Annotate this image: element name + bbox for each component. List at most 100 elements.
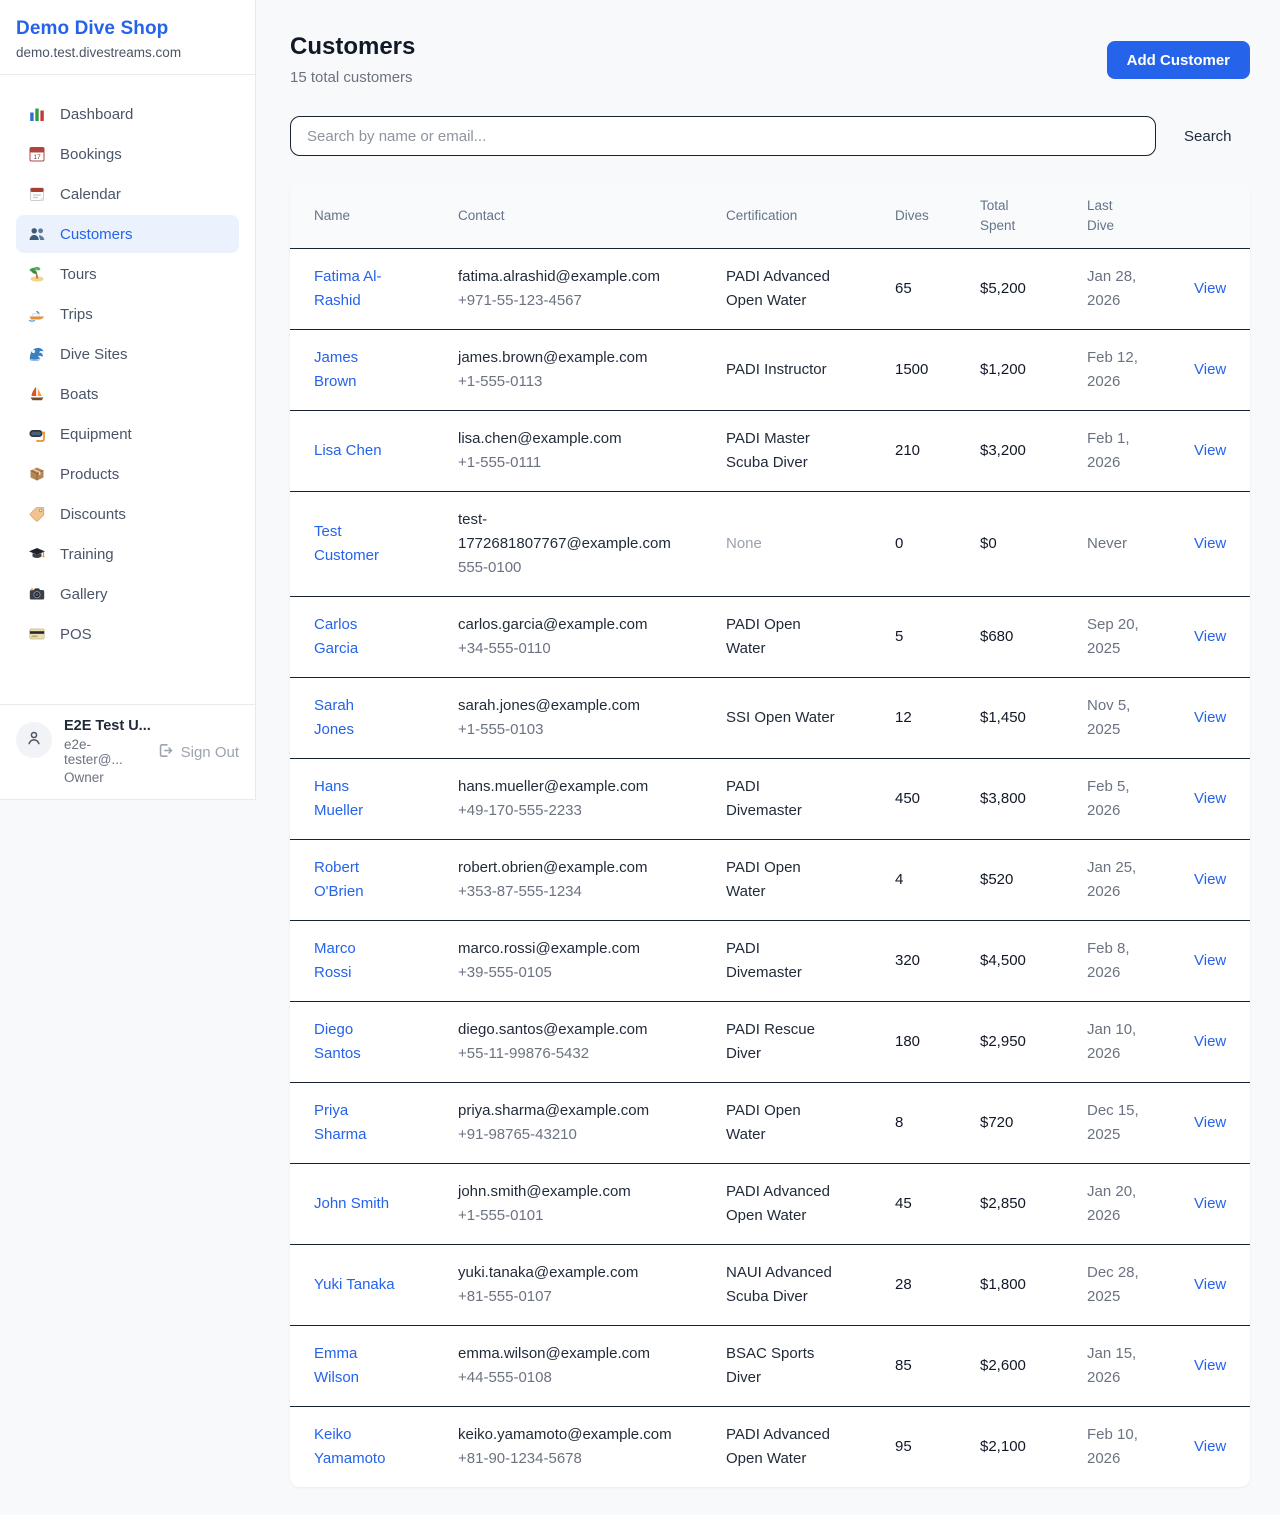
sign-out-icon — [157, 742, 174, 763]
customer-name-link[interactable]: Priya Sharma — [314, 1102, 367, 1143]
customer-phone: +1-555-0101 — [458, 1204, 658, 1228]
sign-out-label: Sign Out — [181, 744, 239, 761]
customer-total-spent: $3,800 — [956, 759, 1063, 840]
view-customer-link[interactable]: View — [1194, 952, 1226, 969]
customer-name-link[interactable]: Keiko Yamamoto — [314, 1426, 385, 1467]
sidebar-item-gallery[interactable]: Gallery — [16, 575, 239, 613]
customer-email: sarah.jones@example.com — [458, 694, 658, 718]
view-customer-link[interactable]: View — [1194, 442, 1226, 459]
customer-name-link[interactable]: Emma Wilson — [314, 1345, 359, 1386]
view-customer-link[interactable]: View — [1194, 280, 1226, 297]
sidebar-item-dive-sites[interactable]: Dive Sites — [16, 335, 239, 373]
customer-last-dive: Dec 15, 2025 — [1063, 1083, 1170, 1164]
table-header-row: Name Contact Certification Dives Total S… — [290, 184, 1250, 249]
customer-last-dive: Feb 10, 2026 — [1063, 1407, 1170, 1488]
customer-last-dive: Dec 28, 2025 — [1063, 1245, 1170, 1326]
customer-name-link[interactable]: Sarah Jones — [314, 697, 354, 738]
customer-name-link[interactable]: Lisa Chen — [314, 442, 382, 459]
search-button[interactable]: Search — [1182, 122, 1234, 151]
customer-name-link[interactable]: Hans Mueller — [314, 778, 363, 819]
customer-certification: NAUI Advanced Scuba Diver — [702, 1245, 871, 1326]
customer-last-dive: Jan 25, 2026 — [1063, 840, 1170, 921]
bar-chart-icon — [28, 105, 46, 123]
sidebar-item-dashboard[interactable]: Dashboard — [16, 95, 239, 133]
view-customer-link[interactable]: View — [1194, 1438, 1226, 1455]
customer-name-link[interactable]: Fatima Al-Rashid — [314, 268, 382, 309]
customer-email: emma.wilson@example.com — [458, 1342, 658, 1366]
user-name: E2E Test U... — [64, 718, 239, 734]
sign-out-button[interactable]: Sign Out — [157, 742, 239, 763]
view-customer-link[interactable]: View — [1194, 709, 1226, 726]
table-row: Yuki Tanaka yuki.tanaka@example.com +81-… — [290, 1245, 1250, 1326]
customer-phone: 555-0100 — [458, 556, 658, 580]
table-row: Carlos Garcia carlos.garcia@example.com … — [290, 597, 1250, 678]
customers-table-card: Name Contact Certification Dives Total S… — [290, 184, 1250, 1487]
customer-name-link[interactable]: Carlos Garcia — [314, 616, 358, 657]
sidebar-item-trips[interactable]: Trips — [16, 295, 239, 333]
sidebar-item-equipment[interactable]: Equipment — [16, 415, 239, 453]
column-header-contact: Contact — [434, 184, 702, 249]
customer-dives: 320 — [871, 921, 956, 1002]
graduation-cap-icon — [28, 545, 46, 563]
sidebar-item-pos[interactable]: POS — [16, 615, 239, 653]
tag-icon — [28, 505, 46, 523]
customer-dives: 180 — [871, 1002, 956, 1083]
add-customer-button[interactable]: Add Customer — [1107, 41, 1250, 79]
customer-name-link[interactable]: Diego Santos — [314, 1021, 361, 1062]
sidebar: Demo Dive Shop demo.test.divestreams.com… — [0, 0, 256, 800]
sidebar-item-label: Trips — [60, 306, 93, 323]
customer-name-link[interactable]: Test Customer — [314, 523, 379, 564]
view-customer-link[interactable]: View — [1194, 535, 1226, 552]
customer-certification: PADI Advanced Open Water — [702, 249, 871, 330]
sidebar-item-boats[interactable]: Boats — [16, 375, 239, 413]
main-content: Customers 15 total customers Add Custome… — [256, 0, 1280, 1515]
brand-name[interactable]: Demo Dive Shop — [16, 18, 239, 40]
table-row: Diego Santos diego.santos@example.com +5… — [290, 1002, 1250, 1083]
sidebar-item-calendar[interactable]: Calendar — [16, 175, 239, 213]
customer-last-dive: Feb 1, 2026 — [1063, 411, 1170, 492]
customer-last-dive: Jan 15, 2026 — [1063, 1326, 1170, 1407]
sidebar-item-bookings[interactable]: 17 Bookings — [16, 135, 239, 173]
customer-name-link[interactable]: John Smith — [314, 1195, 389, 1212]
search-input[interactable] — [290, 116, 1156, 156]
page-title: Customers — [290, 33, 415, 61]
customer-name-link[interactable]: Yuki Tanaka — [314, 1276, 395, 1293]
view-customer-link[interactable]: View — [1194, 1033, 1226, 1050]
customer-total-spent: $2,600 — [956, 1326, 1063, 1407]
customer-dives: 65 — [871, 249, 956, 330]
customer-name-link[interactable]: Robert O'Brien — [314, 859, 364, 900]
view-customer-link[interactable]: View — [1194, 1357, 1226, 1374]
table-row: Emma Wilson emma.wilson@example.com +44-… — [290, 1326, 1250, 1407]
customer-dives: 45 — [871, 1164, 956, 1245]
customers-table: Name Contact Certification Dives Total S… — [290, 184, 1250, 1487]
customer-certification: PADI Open Water — [702, 840, 871, 921]
view-customer-link[interactable]: View — [1194, 1114, 1226, 1131]
table-row: Marco Rossi marco.rossi@example.com +39-… — [290, 921, 1250, 1002]
view-customer-link[interactable]: View — [1194, 361, 1226, 378]
customer-phone: +1-555-0103 — [458, 718, 658, 742]
sidebar-item-label: Customers — [60, 226, 133, 243]
customer-name-link[interactable]: James Brown — [314, 349, 358, 390]
customer-name-link[interactable]: Marco Rossi — [314, 940, 356, 981]
customer-phone: +49-170-555-2233 — [458, 799, 658, 823]
sidebar-item-customers[interactable]: Customers — [16, 215, 239, 253]
view-customer-link[interactable]: View — [1194, 1195, 1226, 1212]
view-customer-link[interactable]: View — [1194, 628, 1226, 645]
column-header-dives: Dives — [871, 184, 956, 249]
customer-email: carlos.garcia@example.com — [458, 613, 658, 637]
user-box: E2E Test U... e2e-tester@... Sign Out Ow… — [0, 704, 255, 799]
island-icon — [28, 265, 46, 283]
calendar-icon — [28, 185, 46, 203]
customer-total-spent: $520 — [956, 840, 1063, 921]
view-customer-link[interactable]: View — [1194, 871, 1226, 888]
view-customer-link[interactable]: View — [1194, 790, 1226, 807]
sidebar-item-tours[interactable]: Tours — [16, 255, 239, 293]
sidebar-item-products[interactable]: Products — [16, 455, 239, 493]
sidebar-item-label: Products — [60, 466, 119, 483]
sidebar-item-training[interactable]: Training — [16, 535, 239, 573]
sidebar-item-discounts[interactable]: Discounts — [16, 495, 239, 533]
view-customer-link[interactable]: View — [1194, 1276, 1226, 1293]
customer-email: fatima.alrashid@example.com — [458, 265, 658, 289]
customer-dives: 12 — [871, 678, 956, 759]
customer-total-spent: $1,800 — [956, 1245, 1063, 1326]
